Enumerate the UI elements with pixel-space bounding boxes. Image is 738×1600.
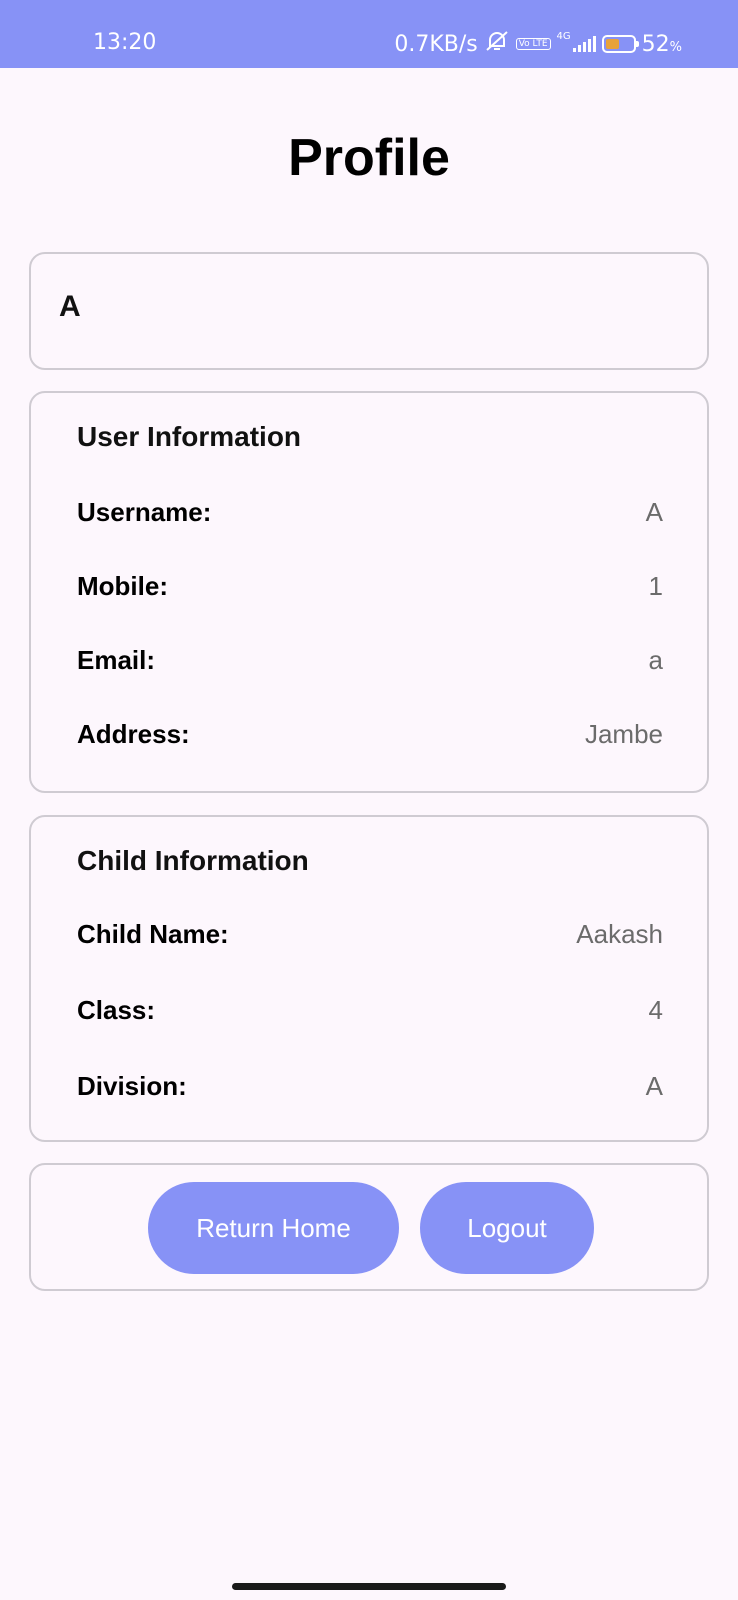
network-type: 4G: [556, 30, 571, 42]
status-time: 13:20: [93, 30, 157, 55]
battery-percent: 52%: [641, 31, 682, 57]
user-information-card: User Information Username: A Mobile: 1 E…: [29, 391, 709, 793]
actions-card: Return Home Logout: [29, 1163, 709, 1291]
mobile-value: 1: [648, 571, 663, 601]
user-information-title: User Information: [77, 421, 302, 452]
battery-icon: [601, 35, 639, 53]
division-row: Division: A: [77, 1071, 663, 1102]
division-label: Division:: [77, 1071, 187, 1101]
email-value: a: [648, 645, 663, 675]
mobile-row: Mobile: 1: [77, 571, 663, 602]
address-label: Address:: [77, 719, 190, 749]
bell-off-icon: [484, 30, 510, 58]
status-icons: 0.7KB/s Vo LTE 4G 52%: [394, 30, 682, 58]
return-home-button[interactable]: Return Home: [148, 1182, 399, 1274]
class-value: 4: [648, 995, 663, 1025]
page-title: Profile: [288, 129, 450, 187]
division-value: A: [645, 1071, 663, 1101]
mobile-label: Mobile:: [77, 571, 168, 601]
email-label: Email:: [77, 645, 156, 675]
username-row: Username: A: [77, 497, 663, 528]
home-indicator[interactable]: [232, 1583, 506, 1590]
network-speed: 0.7KB/s: [394, 31, 478, 57]
logout-button[interactable]: Logout: [420, 1182, 594, 1274]
address-row: Address: Jambe: [77, 719, 663, 750]
username-value: A: [645, 497, 663, 527]
profile-name: A: [59, 290, 81, 323]
child-name-row: Child Name: Aakash: [77, 919, 663, 950]
child-information-title: Child Information: [77, 845, 309, 876]
battery-level: [605, 39, 620, 49]
class-label: Class:: [77, 995, 156, 1025]
class-row: Class: 4: [77, 995, 663, 1026]
status-bar: 13:20 0.7KB/s Vo LTE 4G 52%: [0, 0, 738, 68]
child-name-label: Child Name:: [77, 919, 229, 949]
child-name-value: Aakash: [576, 919, 663, 949]
username-label: Username:: [77, 497, 212, 527]
signal-icon: [572, 36, 596, 52]
email-row: Email: a: [77, 645, 663, 676]
profile-name-card: A: [29, 252, 709, 370]
address-value: Jambe: [584, 719, 663, 749]
child-information-card: Child Information Child Name: Aakash Cla…: [29, 815, 709, 1142]
volte-icon: Vo LTE: [515, 38, 551, 50]
